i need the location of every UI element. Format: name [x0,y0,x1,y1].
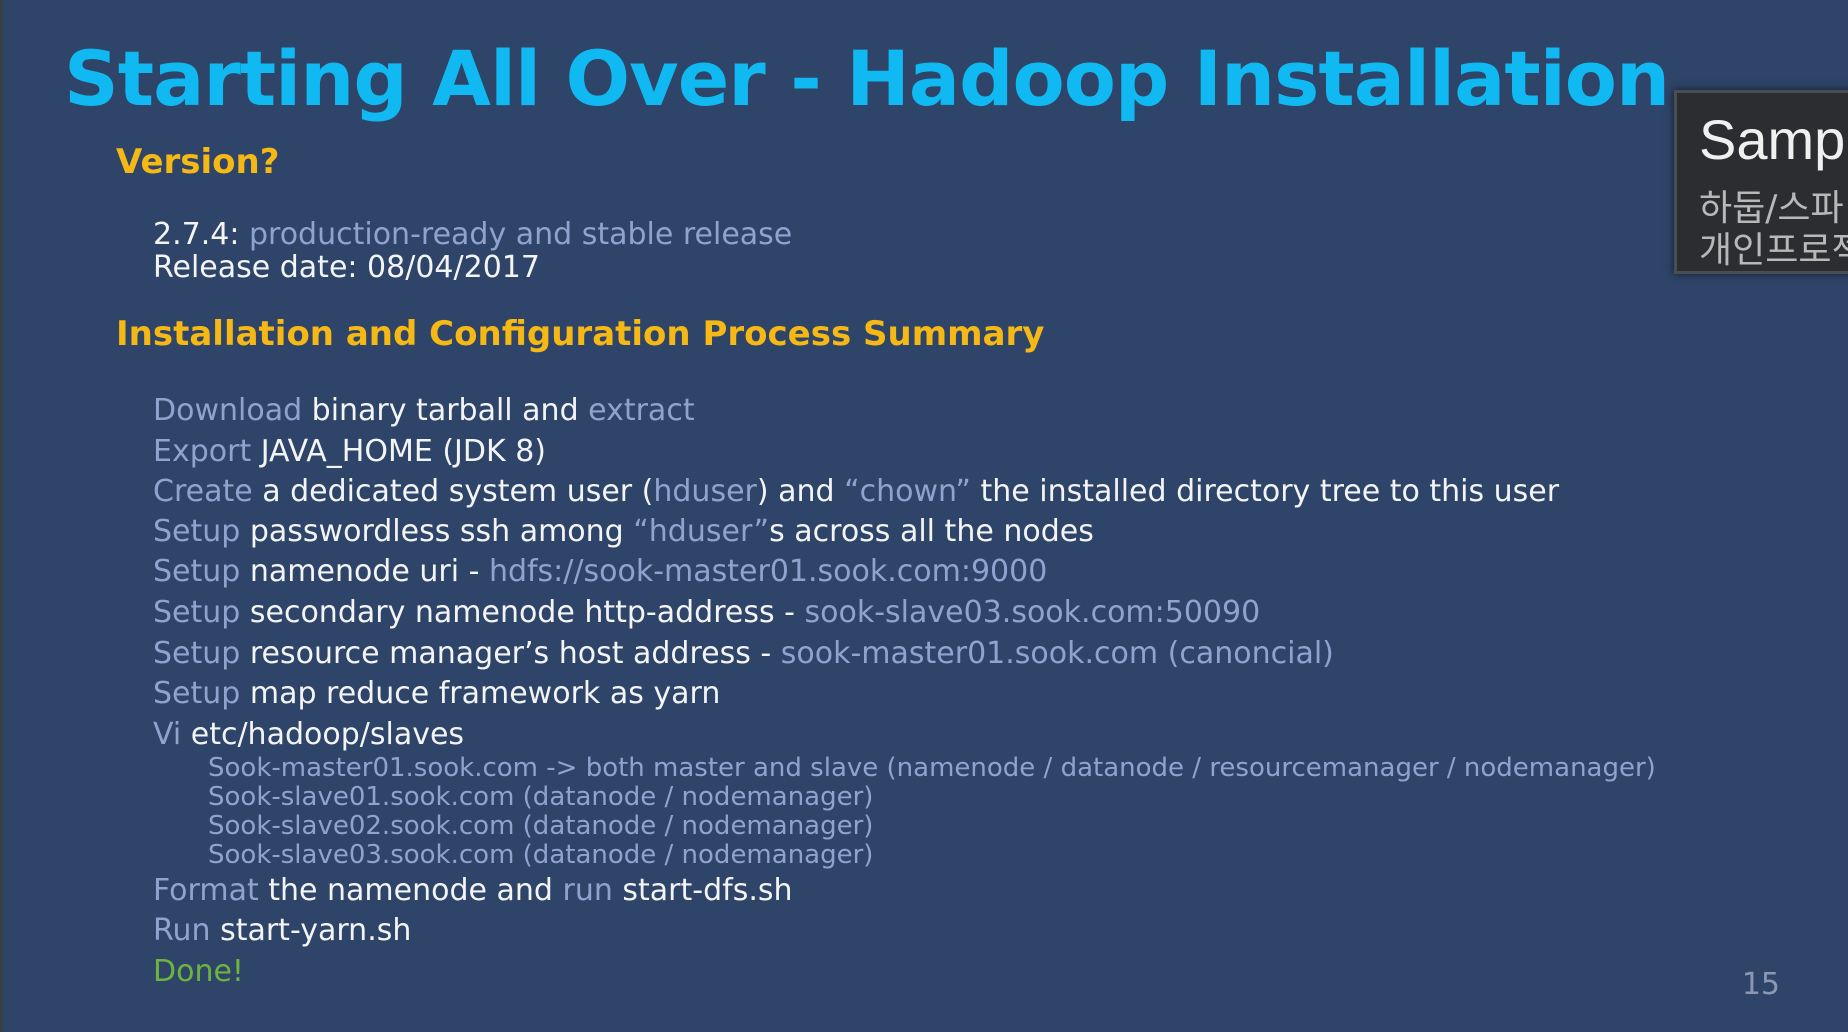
step-text: a dedicated system user ( [252,474,654,509]
step-value: sook-slave03.sook.com:50090 [804,595,1261,630]
slave-entry: Sook-slave03.sook.com (datanode / nodema… [208,840,874,870]
step-text: resource manager’s host address - [240,636,781,671]
step-format: Format the namenode and run start-dfs.sh [153,876,793,906]
version-line: 2.7.4: production-ready and stable relea… [153,220,792,250]
presentation-slide: Starting All Over - Hadoop Installation … [0,0,1848,1032]
step-text: start-yarn.sh [210,913,412,948]
step-verb: Setup [153,636,241,671]
step-text: map reduce framework as yarn [240,676,721,711]
step-export: Export JAVA_HOME (JDK 8) [153,437,546,467]
step-verb: Vi [153,717,182,752]
step-text: secondary namenode http-address - [240,595,805,630]
step-text: the installed directory tree to this use… [970,474,1560,509]
step-highlight: hduser [653,474,757,509]
step-text: JAVA_HOME (JDK 8) [251,434,546,469]
overlay-title: Samp [1699,108,1846,171]
step-download: Download binary tarball and extract [153,396,695,426]
version-description: production-ready and stable release [248,217,793,252]
step-mapreduce: Setup map reduce framework as yarn [153,679,720,709]
slave-entry: Sook-slave02.sook.com (datanode / nodema… [208,811,874,841]
overlay-line: 개인프로젝 [1699,230,1848,271]
step-verb: Setup [153,676,241,711]
step-highlight: “chown” [844,474,971,509]
step-text: etc/hadoop/slaves [181,717,465,752]
summary-heading: Installation and Configuration Process S… [116,314,1045,354]
window-edge [0,0,3,1032]
version-heading: Version? [116,142,280,182]
step-run-yarn: Run start-yarn.sh [153,916,411,946]
page-number: 15 [1741,967,1780,1002]
step-highlight: extract [588,393,695,428]
step-text: namenode uri - [240,554,489,589]
step-text: the namenode and [258,873,563,908]
webcam-overlay-panel: Samp 하둡/스파 개인프로젝 [1674,90,1848,274]
release-date-line: Release date: 08/04/2017 [153,253,540,283]
step-value: hdfs://sook-master01.sook.com:9000 [488,554,1048,589]
step-verb: Download [153,393,303,428]
step-create-user: Create a dedicated system user (hduser) … [153,477,1559,507]
step-highlight: run [562,873,613,908]
version-number: 2.7.4: [153,217,249,252]
step-verb: Create [153,474,253,509]
step-verb: Export [153,434,252,469]
step-slaves: Vi etc/hadoop/slaves [153,720,464,750]
step-value: sook-master01.sook.com (canoncial) [780,636,1334,671]
step-text: ) and [756,474,845,509]
step-verb: Setup [153,514,241,549]
step-text: s across all the nodes [769,514,1094,549]
step-verb: Setup [153,554,241,589]
release-date-value: 08/04/2017 [367,250,540,285]
step-namenode: Setup namenode uri - hdfs://sook-master0… [153,557,1047,587]
step-verb: Setup [153,595,241,630]
step-text: start-dfs.sh [612,873,793,908]
step-text: passwordless ssh among [240,514,634,549]
slave-entry: Sook-slave01.sook.com (datanode / nodema… [208,782,874,812]
slave-entry: Sook-master01.sook.com -> both master an… [208,753,1656,783]
slide-title: Starting All Over - Hadoop Installation [64,34,1670,123]
step-text: binary tarball and [302,393,589,428]
step-ssh: Setup passwordless ssh among “hduser”s a… [153,517,1094,547]
step-resource-manager: Setup resource manager’s host address - … [153,639,1334,669]
step-highlight: “hduser” [633,514,770,549]
step-done: Done! [153,954,244,989]
release-date-label: Release date: [153,250,368,285]
step-verb: Format [153,873,259,908]
step-secondary-namenode: Setup secondary namenode http-address - … [153,598,1260,628]
step-verb: Run [153,913,211,948]
